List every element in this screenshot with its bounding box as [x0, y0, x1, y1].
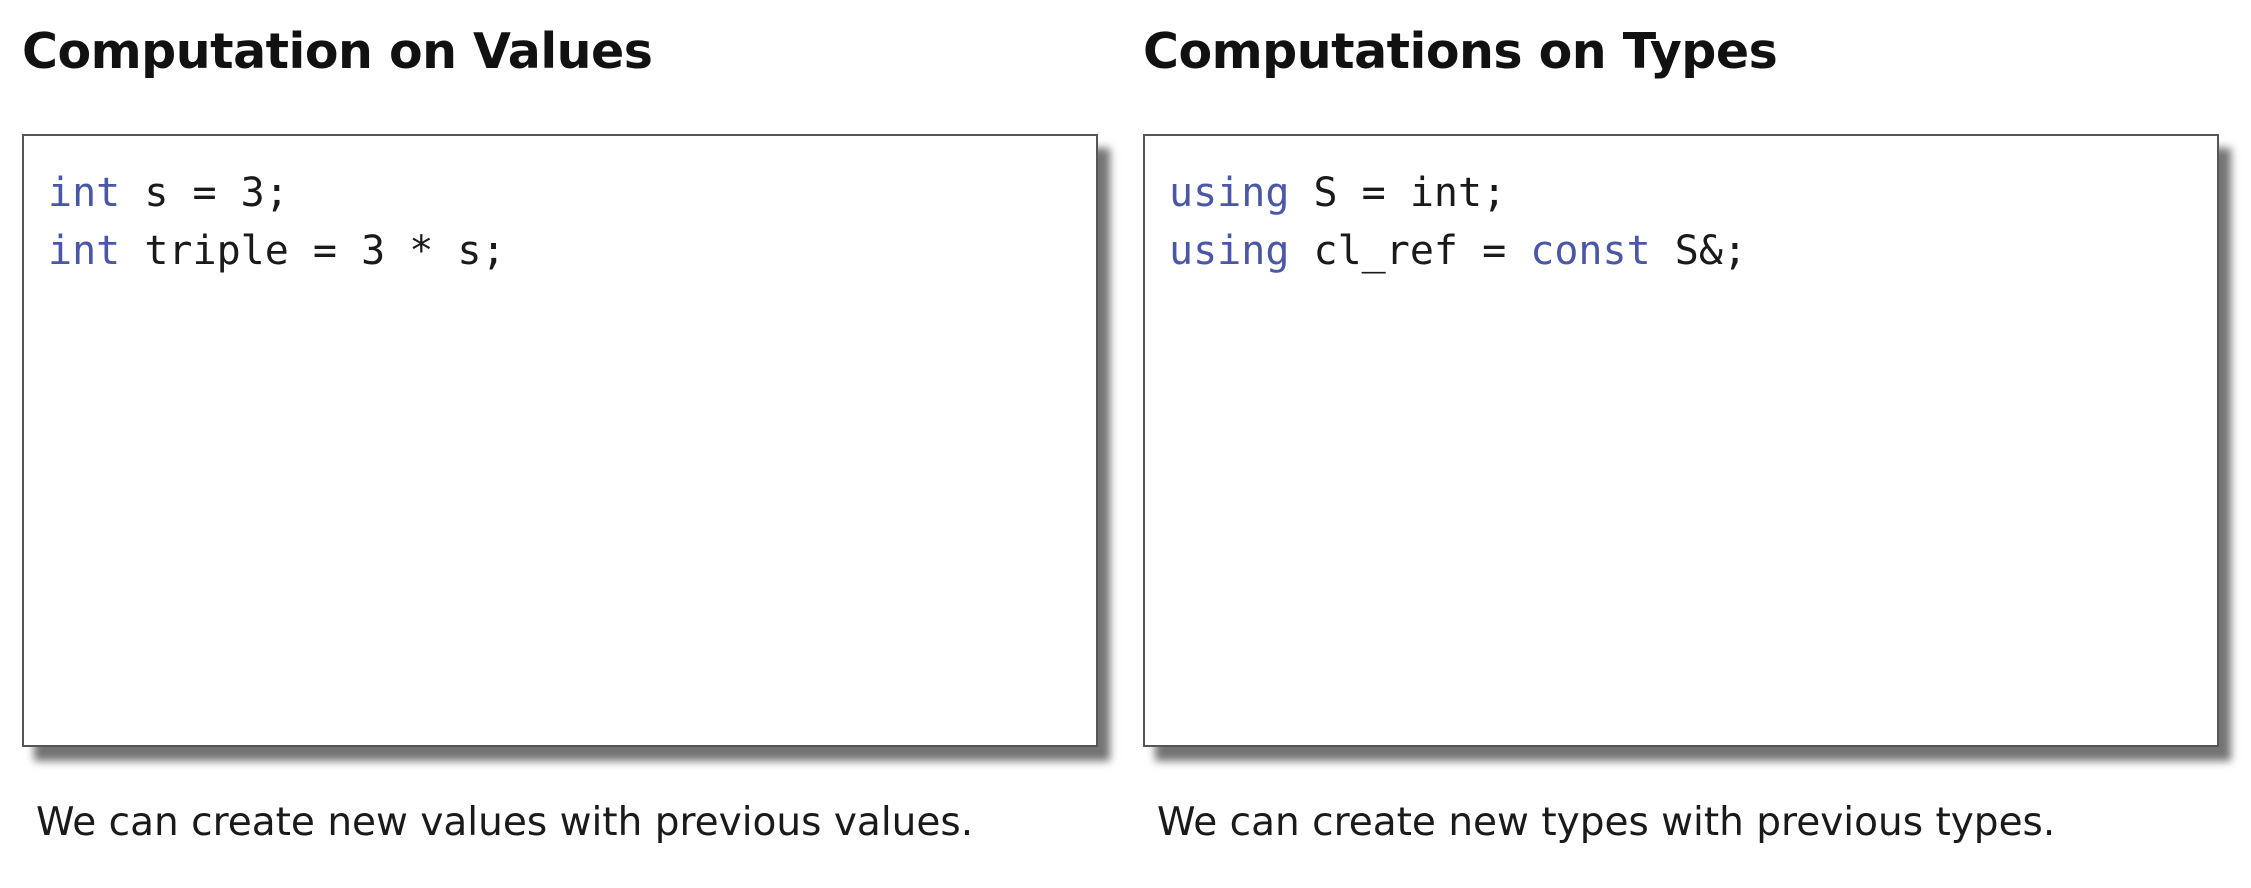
code-box-types: using S = int; using cl_ref = const S&;: [1143, 134, 2219, 747]
code-keyword: using: [1169, 228, 1290, 274]
caption-values: We can create new values with previous v…: [36, 800, 974, 845]
code-line-2: using cl_ref = const S&;: [1169, 222, 2217, 280]
code-line-2: int triple = 3 * s;: [48, 222, 1096, 280]
code-text: triple = 3 * s;: [120, 228, 506, 274]
code-text: s = 3;: [120, 170, 289, 216]
code-text: cl_ref =: [1289, 228, 1531, 274]
code-text: S&;: [1650, 228, 1747, 274]
code-keyword: int: [48, 170, 121, 216]
panel-types: Computations on Types using S = int; usi…: [1143, 0, 2223, 888]
panel-values: Computation on Values int s = 3; int tri…: [22, 0, 1102, 888]
code-text: S = int;: [1289, 170, 1507, 216]
code-keyword: int: [48, 228, 121, 274]
code-line-1: using S = int;: [1169, 164, 2217, 222]
heading-values: Computation on Values: [22, 23, 653, 80]
code-keyword: using: [1169, 170, 1290, 216]
caption-types: We can create new types with previous ty…: [1157, 800, 2056, 845]
code-keyword: const: [1530, 228, 1651, 274]
heading-types: Computations on Types: [1143, 23, 1778, 80]
code-line-1: int s = 3;: [48, 164, 1096, 222]
code-box-values: int s = 3; int triple = 3 * s;: [22, 134, 1098, 747]
